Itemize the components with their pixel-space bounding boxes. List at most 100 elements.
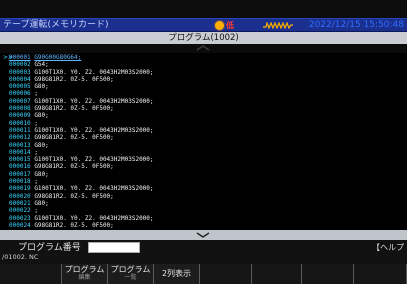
softkey-label: 2列表示 [161, 269, 192, 278]
line-text: G80; [34, 199, 49, 207]
line-text: G80; [34, 83, 49, 91]
scroll-up-button[interactable] [0, 44, 407, 53]
line-number: 000007 [9, 97, 31, 105]
line-number: 000023 [9, 214, 31, 222]
line-number: 000015 [9, 156, 31, 164]
code-line[interactable]: 000011 G100T1X0. Y0. Z2. 0043H2M03S2000; [9, 127, 399, 134]
line-text: ; [34, 148, 38, 156]
line-number: 000021 [9, 199, 31, 207]
line-number: 000001 [9, 54, 31, 61]
code-line[interactable]: 000024 G98G81R2. 0Z-5. 0F500; [9, 222, 399, 229]
line-text: G80; [34, 170, 49, 178]
status-bar: テープ運転(メモリカード) 低 2022/12/15 15:50:48 [0, 18, 407, 32]
line-number: 000016 [9, 163, 31, 171]
line-number: 000012 [9, 134, 31, 142]
line-text: ; [34, 178, 38, 186]
code-line[interactable]: 000005 G80; [9, 83, 399, 90]
line-number: 000014 [9, 148, 31, 156]
code-line[interactable]: 000014 ; [9, 149, 399, 156]
line-number: 000010 [9, 119, 31, 127]
alarm-waveform-icon [263, 22, 293, 29]
program-header: プログラム(1002) [0, 32, 407, 44]
line-text: G100T1X0. Y0. Z2. 0043H2M03S2000; [34, 156, 154, 164]
line-number: 000020 [9, 192, 31, 200]
softkey-2[interactable]: プログラム 編集 [62, 264, 108, 284]
line-text: ; [34, 207, 38, 215]
line-number: 000017 [9, 170, 31, 178]
warning-lamp-icon [215, 21, 224, 30]
line-text: G100T1X0. Y0. Z2. 0043H2M03S2000; [34, 126, 154, 134]
code-line[interactable]: 000013 G80; [9, 142, 399, 149]
code-line[interactable]: 000003 G100T1X0. Y0. Z2. 0043H2M03S2000; [9, 69, 399, 76]
line-text: G98G81R2. 0Z-5. 0F500; [34, 192, 114, 200]
line-number: 000011 [9, 126, 31, 134]
line-text: ; [34, 90, 38, 98]
line-text: ; [34, 119, 38, 127]
code-line[interactable]: 000006 ; [9, 90, 399, 97]
softkey-1[interactable] [0, 264, 62, 284]
softkey-sublabel: 編集 [78, 274, 91, 281]
code-line[interactable]: 000004 G98G81R2. 0Z-5. 0F500; [9, 76, 399, 83]
line-text: G100T1X0. Y0. Z2. 0043H2M03S2000; [34, 68, 154, 76]
line-number: 000018 [9, 178, 31, 186]
line-text: G80; [34, 141, 49, 149]
datetime: 2022/12/15 15:50:48 [308, 20, 404, 30]
line-text: G98G81R2. 0Z-5. 0F500; [34, 163, 114, 171]
line-text: G98G81R2. 0Z-5. 0F500; [34, 105, 114, 113]
line-number: 000004 [9, 75, 31, 83]
line-number: 000013 [9, 141, 31, 149]
softkey-6[interactable] [252, 264, 302, 284]
code-line[interactable]: 000012 G98G81R2. 0Z-5. 0F500; [9, 134, 399, 141]
line-text: G54; [34, 61, 49, 69]
code-line[interactable]: 000007 G100T1X0. Y0. Z2. 0043H2M03S2000; [9, 98, 399, 105]
code-line[interactable]: 000023 G100T1X0. Y0. Z2. 0043H2M03S2000; [9, 215, 399, 222]
warning-text: 低 [226, 21, 234, 30]
program-number-input[interactable] [88, 242, 140, 253]
softkey-8[interactable] [354, 264, 407, 284]
code-line[interactable]: 000009 G80; [9, 112, 399, 119]
softkey-4[interactable]: 2列表示 [154, 264, 200, 284]
code-line[interactable]: 000016 G98G81R2. 0Z-5. 0F500; [9, 163, 399, 170]
code-line[interactable]: 000018 ; [9, 178, 399, 185]
chevron-down-icon [196, 232, 210, 238]
line-number: 000003 [9, 68, 31, 76]
line-text: G90G00G80G64; [34, 54, 82, 61]
code-line[interactable]: 000020 G98G81R2. 0Z-5. 0F500; [9, 193, 399, 200]
code-line[interactable]: 000002 G54; [9, 61, 399, 68]
program-editor[interactable]: >> 000001 G90G00G80G64; 000002 G54; 000003… [0, 53, 407, 230]
softkey-label: プログラム [110, 265, 151, 274]
mode-title: テープ運転(メモリカード) [3, 20, 109, 30]
code-line[interactable]: 000008 G98G81R2. 0Z-5. 0F500; [9, 105, 399, 112]
line-number: 000022 [9, 207, 31, 215]
code-line[interactable]: 000010 ; [9, 120, 399, 127]
line-number: 000009 [9, 112, 31, 120]
line-text: G100T1X0. Y0. Z2. 0043H2M03S2000; [34, 97, 154, 105]
program-title: プログラム(1002) [168, 33, 239, 43]
code-line[interactable]: 000017 G80; [9, 171, 399, 178]
chevron-up-icon [196, 45, 210, 51]
softkey-5[interactable] [200, 264, 252, 284]
code-line[interactable]: 000001 G90G00G80G64; [9, 54, 399, 61]
cnc-screen: テープ運転(メモリカード) 低 2022/12/15 15:50:48 プログラ… [0, 0, 407, 284]
line-number: 000005 [9, 83, 31, 91]
line-text: G100T1X0. Y0. Z2. 0043H2M03S2000; [34, 185, 154, 193]
softkey-3[interactable]: プログラム 一覧 [108, 264, 154, 284]
scroll-down-button[interactable] [0, 230, 407, 240]
code-lines: 000001 G90G00G80G64; 000002 G54; 000003 G1… [9, 54, 399, 229]
softkey-bar: プログラム 編集 プログラム 一覧 2列表示 [0, 264, 407, 284]
line-text: G98G81R2. 0Z-5. 0F500; [34, 221, 114, 229]
help-label[interactable]: 【ヘルプ [372, 242, 404, 254]
softkey-sublabel: 一覧 [124, 274, 137, 281]
program-path: /01002. NC [2, 253, 39, 261]
code-line[interactable]: 000022 ; [9, 207, 399, 214]
line-number: 000019 [9, 185, 31, 193]
code-line[interactable]: 000015 G100T1X0. Y0. Z2. 0043H2M03S2000; [9, 156, 399, 163]
top-strip [0, 0, 407, 18]
code-line[interactable]: 000019 G100T1X0. Y0. Z2. 0043H2M03S2000; [9, 185, 399, 192]
softkey-7[interactable] [302, 264, 354, 284]
line-number: 000006 [9, 90, 31, 98]
line-number: 000008 [9, 105, 31, 113]
softkey-label: プログラム [64, 265, 105, 274]
line-number: 000002 [9, 61, 31, 69]
code-line[interactable]: 000021 G80; [9, 200, 399, 207]
